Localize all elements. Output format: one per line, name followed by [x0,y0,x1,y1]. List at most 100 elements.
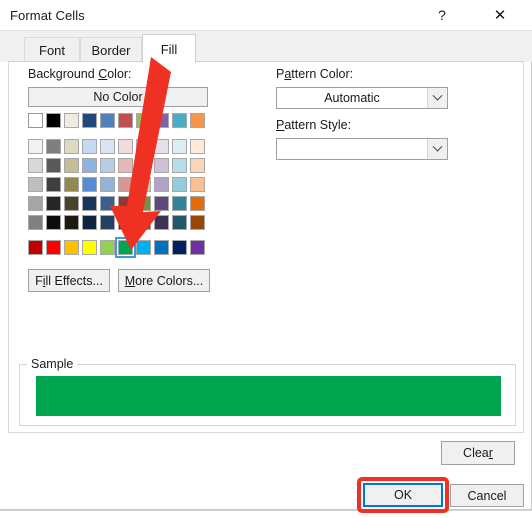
theme-shade-swatch-2-9[interactable] [190,177,205,192]
theme-shade-swatch-3-9[interactable] [190,196,205,211]
theme-shade-swatch-4-9[interactable] [190,215,205,230]
theme-shade-swatch-4-2[interactable] [64,215,79,230]
standard-color-swatch-5[interactable] [115,237,136,258]
theme-color-swatch-2[interactable] [64,113,79,128]
theme-shade-swatch-4-3[interactable] [82,215,97,230]
theme-shade-swatch-3-8[interactable] [172,196,187,211]
tab-fill[interactable]: Fill [142,34,196,63]
standard-color-swatch-9[interactable] [190,240,205,255]
theme-shade-swatch-1-1[interactable] [46,158,61,173]
fill-effects-button[interactable]: Fi ll Effects... [28,269,110,292]
dialog-title-bar: Format Cells ? ✕ [0,0,532,31]
theme-shade-swatch-1-7[interactable] [154,158,169,173]
theme-shade-swatch-0-8[interactable] [172,139,187,154]
theme-shade-swatch-0-4[interactable] [100,139,115,154]
standard-color-swatch-0[interactable] [28,240,43,255]
pattern-color-label: Pattern Color: [276,67,354,81]
theme-shade-swatch-3-1[interactable] [46,196,61,211]
dialog-title: Format Cells [10,8,85,23]
color-palette [28,113,210,259]
theme-shade-swatch-2-4[interactable] [100,177,115,192]
theme-shade-swatch-4-8[interactable] [172,215,187,230]
theme-shade-swatch-3-5[interactable] [118,196,133,211]
ok-button[interactable]: OK [363,483,443,507]
theme-shade-swatch-4-4[interactable] [100,215,115,230]
sample-legend-label: Sample [27,357,78,371]
theme-shade-swatch-1-0[interactable] [28,158,43,173]
theme-shade-swatch-4-6[interactable] [136,215,151,230]
theme-shade-swatch-4-0[interactable] [28,215,43,230]
theme-shade-swatch-0-5[interactable] [118,139,133,154]
theme-shade-row-1 [28,158,210,174]
theme-shade-swatch-3-7[interactable] [154,196,169,211]
theme-shade-swatch-2-2[interactable] [64,177,79,192]
theme-shade-swatch-1-8[interactable] [172,158,187,173]
theme-shade-swatch-2-1[interactable] [46,177,61,192]
cancel-button[interactable]: Cancel [450,484,524,507]
theme-shade-swatch-2-7[interactable] [154,177,169,192]
standard-color-swatch-6[interactable] [136,240,151,255]
clear-button[interactable]: Clea r [441,441,515,465]
theme-shade-swatch-0-7[interactable] [154,139,169,154]
theme-color-swatch-5[interactable] [118,113,133,128]
theme-shade-swatch-0-3[interactable] [82,139,97,154]
theme-colors-row [28,113,210,129]
theme-color-swatch-9[interactable] [190,113,205,128]
theme-shade-swatch-4-7[interactable] [154,215,169,230]
tab-font[interactable]: Font [24,37,80,62]
theme-shade-swatch-2-0[interactable] [28,177,43,192]
close-icon[interactable]: ✕ [478,0,522,30]
no-color-button[interactable]: No Color [28,87,208,107]
sample-group-box [19,364,516,426]
theme-shade-swatch-1-2[interactable] [64,158,79,173]
theme-shade-swatch-2-3[interactable] [82,177,97,192]
theme-shade-row-2 [28,177,210,193]
theme-color-swatch-4[interactable] [100,113,115,128]
theme-shade-swatch-0-1[interactable] [46,139,61,154]
theme-shade-swatch-1-5[interactable] [118,158,133,173]
theme-color-swatch-6[interactable] [136,113,151,128]
theme-shade-swatch-4-1[interactable] [46,215,61,230]
theme-shade-swatch-0-6[interactable] [136,139,151,154]
chevron-down-icon[interactable] [427,88,447,108]
standard-color-swatch-2[interactable] [64,240,79,255]
theme-shade-swatch-1-6[interactable] [136,158,151,173]
palette-divider [28,132,210,139]
theme-shade-swatch-1-4[interactable] [100,158,115,173]
theme-shade-swatch-3-0[interactable] [28,196,43,211]
fill-tab-panel: Background Color: No Color Fi ll Effects.… [8,61,524,433]
pattern-color-value: Automatic [324,91,380,105]
theme-shade-swatch-0-9[interactable] [190,139,205,154]
theme-shade-swatch-3-4[interactable] [100,196,115,211]
theme-color-swatch-0[interactable] [28,113,43,128]
standard-color-swatch-3[interactable] [82,240,97,255]
standard-color-swatch-4[interactable] [100,240,115,255]
pattern-color-dropdown[interactable]: Automatic [276,87,448,109]
more-colors-button[interactable]: More Colors... [118,269,210,292]
theme-color-swatch-8[interactable] [172,113,187,128]
theme-shade-swatch-1-9[interactable] [190,158,205,173]
theme-shade-rows [28,139,210,231]
theme-shade-swatch-2-8[interactable] [172,177,187,192]
theme-shade-swatch-1-3[interactable] [82,158,97,173]
chevron-down-icon[interactable] [427,139,447,159]
tab-border[interactable]: Border [80,37,142,62]
theme-shade-swatch-3-3[interactable] [82,196,97,211]
theme-shade-swatch-4-5[interactable] [118,215,133,230]
standard-colors-row [28,237,210,258]
theme-shade-swatch-2-6[interactable] [136,177,151,192]
theme-shade-swatch-3-6[interactable] [136,196,151,211]
theme-shade-swatch-2-5[interactable] [118,177,133,192]
theme-color-swatch-1[interactable] [46,113,61,128]
tab-strip: Font Border Fill [0,31,532,63]
theme-shade-swatch-3-2[interactable] [64,196,79,211]
standard-color-swatch-8[interactable] [172,240,187,255]
pattern-style-dropdown[interactable] [276,138,448,160]
standard-color-swatch-7[interactable] [154,240,169,255]
theme-shade-swatch-0-0[interactable] [28,139,43,154]
standard-color-swatch-1[interactable] [46,240,61,255]
theme-color-swatch-7[interactable] [154,113,169,128]
theme-color-swatch-3[interactable] [82,113,97,128]
theme-shade-swatch-0-2[interactable] [64,139,79,154]
help-icon[interactable]: ? [420,0,464,30]
